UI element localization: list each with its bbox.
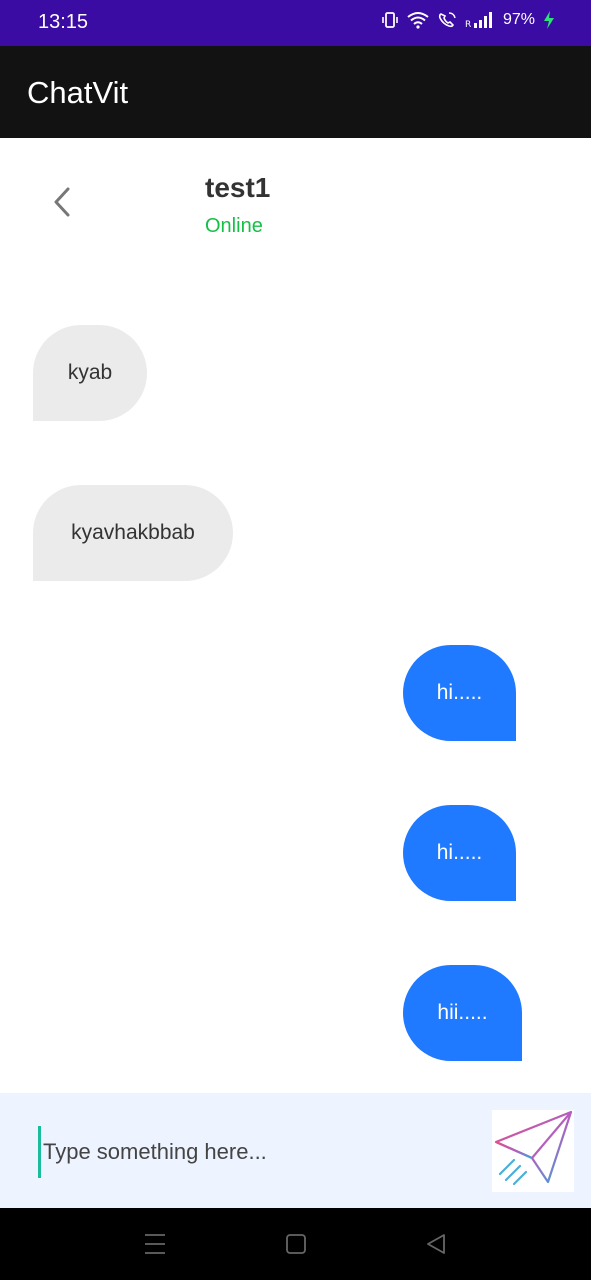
message-text: hi..... bbox=[436, 681, 483, 704]
status-time: 13:15 bbox=[38, 11, 89, 33]
paper-plane-icon bbox=[494, 1110, 573, 1186]
nav-recents-button[interactable] bbox=[143, 1232, 167, 1256]
message-input[interactable] bbox=[38, 1126, 465, 1178]
message-text: hi..... bbox=[436, 841, 483, 864]
system-nav-bar bbox=[0, 1208, 591, 1280]
message-text: hii..... bbox=[437, 1001, 488, 1024]
nav-back-button[interactable] bbox=[424, 1232, 448, 1256]
message-text: kyavhakbbab bbox=[71, 521, 195, 544]
wifi-call-icon bbox=[437, 11, 457, 29]
contact-name: test1 bbox=[205, 172, 271, 203]
message-text: kyab bbox=[67, 361, 113, 384]
message-bubble-received[interactable]: kyab bbox=[33, 325, 147, 421]
message-bubble-sent[interactable]: hi..... bbox=[403, 645, 516, 741]
contact-status: Online bbox=[205, 215, 263, 237]
app-bar: ChatVit bbox=[0, 46, 591, 138]
chevron-left-icon bbox=[54, 187, 70, 217]
chat-header: test1 Online bbox=[0, 138, 591, 268]
send-button[interactable] bbox=[492, 1110, 574, 1192]
wifi-icon bbox=[407, 11, 429, 29]
square-icon bbox=[286, 1234, 306, 1254]
message-composer bbox=[0, 1093, 591, 1208]
status-bar: 13:15 R 97% bbox=[0, 0, 591, 46]
svg-text:R: R bbox=[465, 20, 471, 29]
vibrate-icon bbox=[381, 11, 399, 29]
message-bubble-sent[interactable]: hi..... bbox=[403, 805, 516, 901]
back-button[interactable] bbox=[42, 182, 82, 222]
app-title: ChatVit bbox=[27, 75, 129, 110]
menu-lines-icon bbox=[145, 1234, 165, 1254]
status-icons: R 97% bbox=[381, 11, 555, 29]
message-bubble-sent[interactable]: hii..... bbox=[403, 965, 522, 1061]
battery-percent: 97% bbox=[502, 11, 535, 28]
triangle-back-icon bbox=[427, 1234, 445, 1254]
nav-home-button[interactable] bbox=[284, 1232, 308, 1256]
signal-icon: R bbox=[465, 11, 495, 29]
message-bubble-received[interactable]: kyavhakbbab bbox=[33, 485, 233, 581]
charging-icon bbox=[543, 11, 555, 29]
